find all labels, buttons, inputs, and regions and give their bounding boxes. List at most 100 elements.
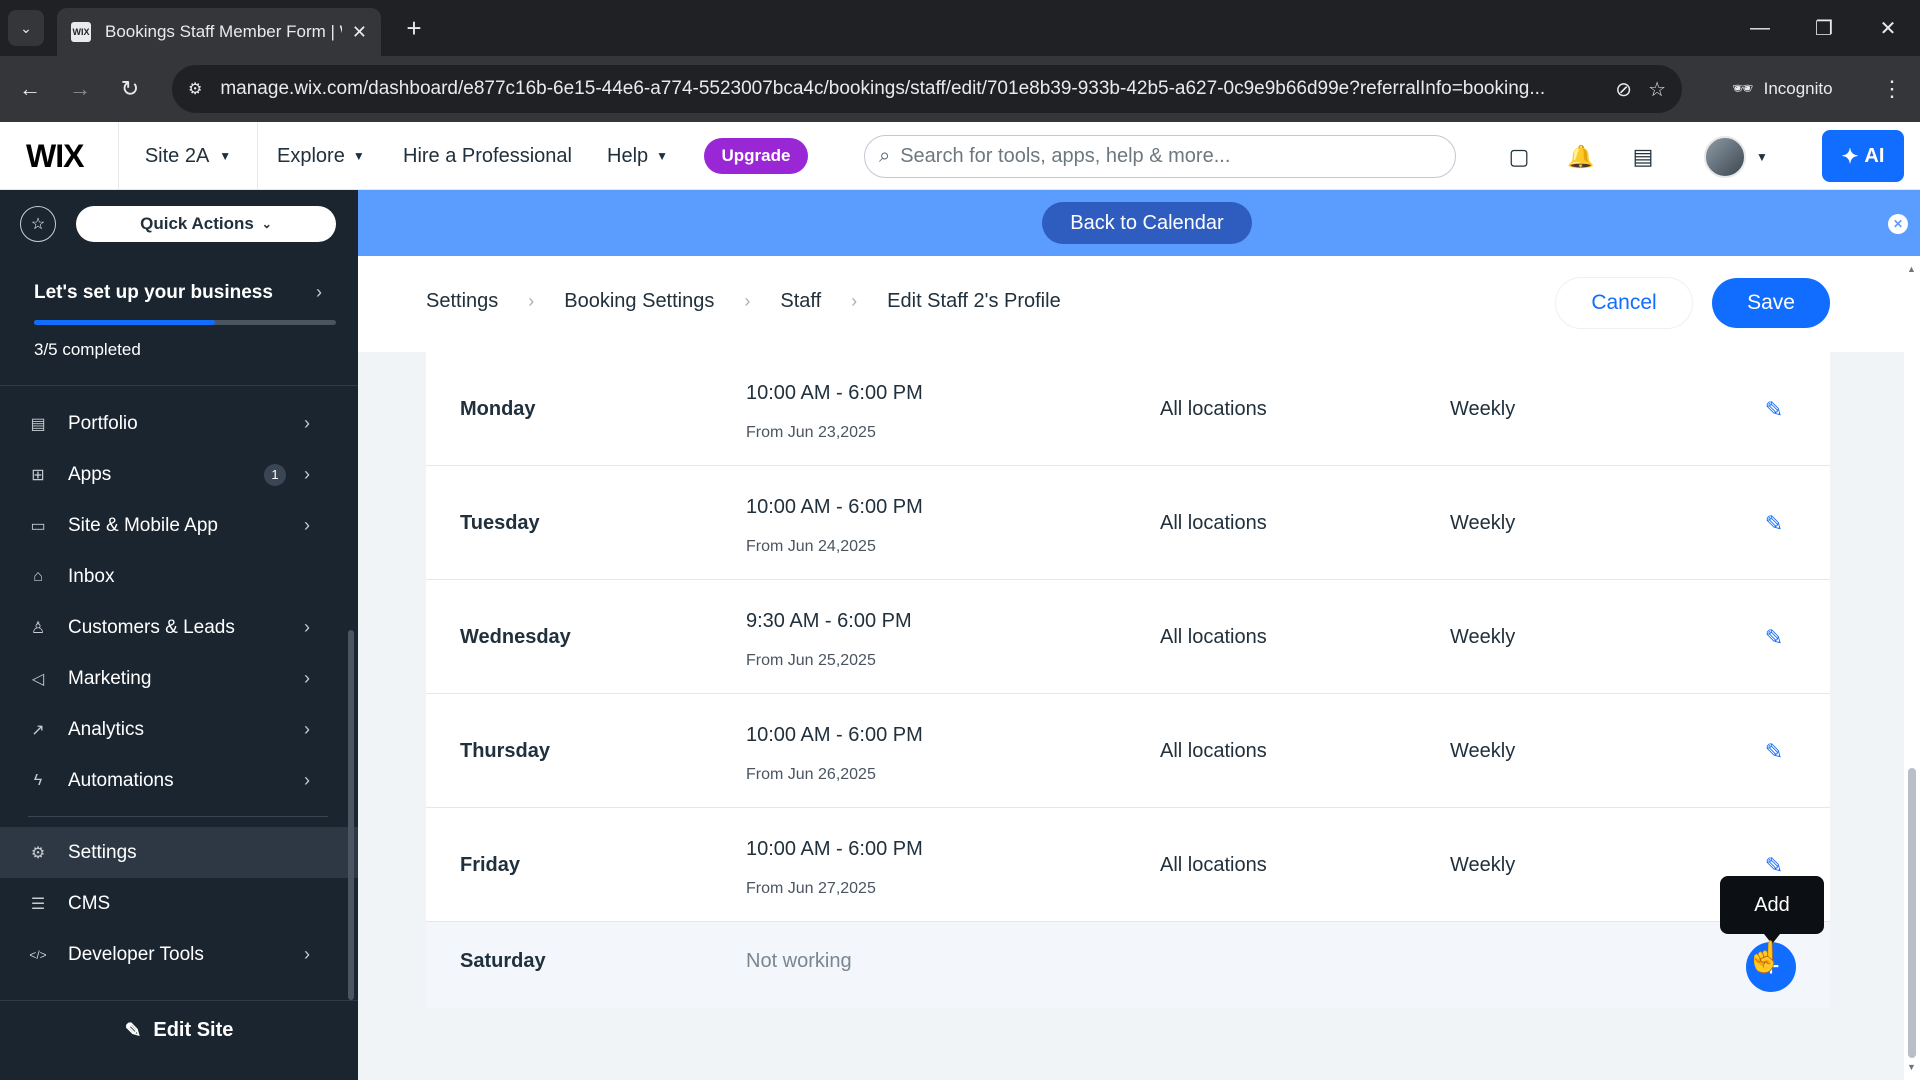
- scroll-thumb[interactable]: [1908, 768, 1916, 1058]
- schedule-row-friday: Friday 10:00 AM - 6:00 PM From Jun 27,2025…: [426, 808, 1830, 922]
- automations-icon: ϟ: [33, 771, 43, 789]
- sidebar-item-apps[interactable]: ⊞ Apps 1 ›: [0, 449, 358, 500]
- chat-icon[interactable]: ▢: [1502, 140, 1536, 174]
- address-bar[interactable]: ⚙ manage.wix.com/dashboard/e877c16b-6e15…: [172, 65, 1682, 113]
- hours-text: 9:30 AM - 6:00 PM: [746, 610, 912, 632]
- notifications-bell-icon[interactable]: 🔔: [1564, 140, 1598, 174]
- edit-site-button[interactable]: ✎ Edit Site: [0, 1000, 358, 1060]
- cancel-button[interactable]: Cancel: [1556, 278, 1692, 328]
- location-text: All locations: [1160, 398, 1267, 420]
- tab-list-chevron-icon[interactable]: ⌄: [8, 10, 44, 46]
- page-scrollbar[interactable]: ▲ ▼: [1904, 256, 1920, 1080]
- setup-progress-panel[interactable]: Let's set up your business › 3/5 complet…: [0, 268, 358, 386]
- calendar-banner: Back to Calendar ✕: [358, 190, 1920, 256]
- incognito-indicator[interactable]: 🕶 Incognito: [1732, 70, 1833, 108]
- sidebar-item-settings[interactable]: ⚙ Settings: [0, 827, 358, 878]
- quick-actions-button[interactable]: Quick Actions ⌄: [76, 206, 336, 242]
- restore-icon[interactable]: ❐: [1804, 10, 1844, 46]
- search-input[interactable]: [900, 145, 1455, 168]
- sidebar-item-label: Customers & Leads: [68, 616, 235, 638]
- sidebar-scrollbar[interactable]: [348, 630, 354, 1000]
- browser-menu-icon[interactable]: ⋮: [1874, 71, 1910, 107]
- scroll-down-icon[interactable]: ▼: [1907, 1062, 1916, 1072]
- frequency-text: Weekly: [1450, 740, 1516, 762]
- eye-off-icon[interactable]: ⊘: [1615, 77, 1632, 102]
- location-text: All locations: [1160, 740, 1267, 762]
- url-text[interactable]: manage.wix.com/dashboard/e877c16b-6e15-4…: [220, 78, 1599, 100]
- news-feed-icon[interactable]: ▤: [1626, 140, 1660, 174]
- banner-close-icon[interactable]: ✕: [1888, 214, 1908, 234]
- sidebar-item-label: Inbox: [68, 565, 115, 587]
- browser-toolbar: ← → ↻ ⚙ manage.wix.com/dashboard/e877c16…: [0, 56, 1920, 122]
- chevron-right-icon: ›: [304, 944, 310, 964]
- sidebar-item-cms[interactable]: ☰ CMS: [0, 878, 358, 929]
- hire-label: Hire a Professional: [403, 144, 572, 167]
- forward-arrow-icon[interactable]: →: [62, 71, 98, 107]
- frequency-text: Weekly: [1450, 854, 1516, 876]
- pencil-icon: ✎: [124, 1020, 142, 1042]
- chevron-down-icon: ⌄: [261, 217, 272, 231]
- explore-label: Explore: [277, 144, 345, 167]
- ai-assistant-button[interactable]: ✦ AI: [1822, 130, 1904, 182]
- site-switcher[interactable]: Site 2A ▼: [118, 122, 258, 190]
- scroll-up-icon[interactable]: ▲: [1907, 264, 1916, 274]
- sidebar-item-customers-leads[interactable]: ♙ Customers & Leads ›: [0, 602, 358, 653]
- chevron-down-icon: ▼: [352, 149, 365, 163]
- search-field[interactable]: ⌕: [864, 135, 1456, 178]
- incognito-icon: 🕶: [1732, 79, 1754, 98]
- start-date-text: From Jun 27,2025: [746, 880, 876, 897]
- apps-icon: ⊞: [31, 466, 45, 484]
- edit-pencil-icon[interactable]: ✎: [1760, 624, 1788, 652]
- edit-pencil-icon[interactable]: ✎: [1760, 510, 1788, 538]
- sidebar-nav: ▤ Portfolio › ⊞ Apps 1 › ▭ Site & Mobile App › ⌂ In…: [0, 398, 358, 980]
- hire-professional-link[interactable]: Hire a Professional: [403, 122, 572, 190]
- day-label: Wednesday: [460, 626, 571, 648]
- location-text: All locations: [1160, 854, 1267, 876]
- new-tab-plus-icon[interactable]: +: [398, 12, 430, 44]
- breadcrumb-settings[interactable]: Settings: [426, 290, 498, 313]
- back-to-calendar-button[interactable]: Back to Calendar: [1042, 202, 1252, 244]
- minimize-icon[interactable]: —: [1740, 10, 1780, 46]
- chevron-right-icon: ›: [304, 617, 310, 637]
- start-date-text: From Jun 26,2025: [746, 766, 876, 783]
- site-info-icon[interactable]: ⚙: [188, 79, 202, 99]
- sidebar-item-label: Portfolio: [68, 412, 138, 434]
- not-working-text: Not working: [746, 950, 852, 972]
- sidebar-item-analytics[interactable]: ↗ Analytics ›: [0, 704, 358, 755]
- sidebar-item-site-mobile-app[interactable]: ▭ Site & Mobile App ›: [0, 500, 358, 551]
- sidebar-item-developer-tools[interactable]: </> Developer Tools ›: [0, 929, 358, 980]
- working-hours-card: Monday 10:00 AM - 6:00 PM From Jun 23,2025…: [426, 352, 1830, 1008]
- bookmark-star-icon[interactable]: ☆: [1648, 77, 1666, 102]
- sidebar: ☆ Quick Actions ⌄ Let's set up your busi…: [0, 190, 358, 1080]
- chevron-down-icon: ▼: [1756, 150, 1768, 164]
- chevron-right-icon: ›: [304, 413, 310, 433]
- edit-pencil-icon[interactable]: ✎: [1760, 738, 1788, 766]
- upgrade-button[interactable]: Upgrade: [704, 138, 808, 174]
- breadcrumb-staff[interactable]: Staff: [780, 290, 821, 313]
- help-menu[interactable]: Help ▼: [607, 122, 668, 190]
- marketing-icon: ◁: [31, 670, 45, 688]
- wix-logo[interactable]: WIX: [26, 138, 84, 175]
- star-icon[interactable]: ☆: [20, 206, 56, 242]
- back-arrow-icon[interactable]: ←: [12, 71, 48, 107]
- sidebar-item-label: Apps: [68, 463, 112, 485]
- account-menu[interactable]: ▼: [1704, 136, 1768, 178]
- reload-icon[interactable]: ↻: [112, 71, 148, 107]
- wix-favicon-icon: WIX: [71, 22, 91, 42]
- sidebar-item-marketing[interactable]: ◁ Marketing ›: [0, 653, 358, 704]
- sidebar-item-inbox[interactable]: ⌂ Inbox: [0, 551, 358, 602]
- browser-tab[interactable]: WIX Bookings Staff Member Form | W ✕: [57, 8, 381, 56]
- schedule-row-tuesday: Tuesday 10:00 AM - 6:00 PM From Jun 24,202…: [426, 466, 1830, 580]
- sidebar-divider: [28, 816, 328, 817]
- window-close-icon[interactable]: ✕: [1868, 10, 1908, 46]
- tab-close-icon[interactable]: ✕: [352, 22, 367, 43]
- breadcrumb-booking-settings[interactable]: Booking Settings: [564, 290, 714, 313]
- edit-pencil-icon[interactable]: ✎: [1760, 396, 1788, 424]
- chevron-right-icon: ›: [304, 515, 310, 535]
- save-button[interactable]: Save: [1712, 278, 1830, 328]
- sidebar-item-portfolio[interactable]: ▤ Portfolio ›: [0, 398, 358, 449]
- explore-menu[interactable]: Explore ▼: [277, 122, 365, 190]
- developer-tools-icon: </>: [29, 947, 47, 962]
- chevron-down-icon: ▼: [656, 149, 669, 163]
- sidebar-item-automations[interactable]: ϟ Automations ›: [0, 755, 358, 806]
